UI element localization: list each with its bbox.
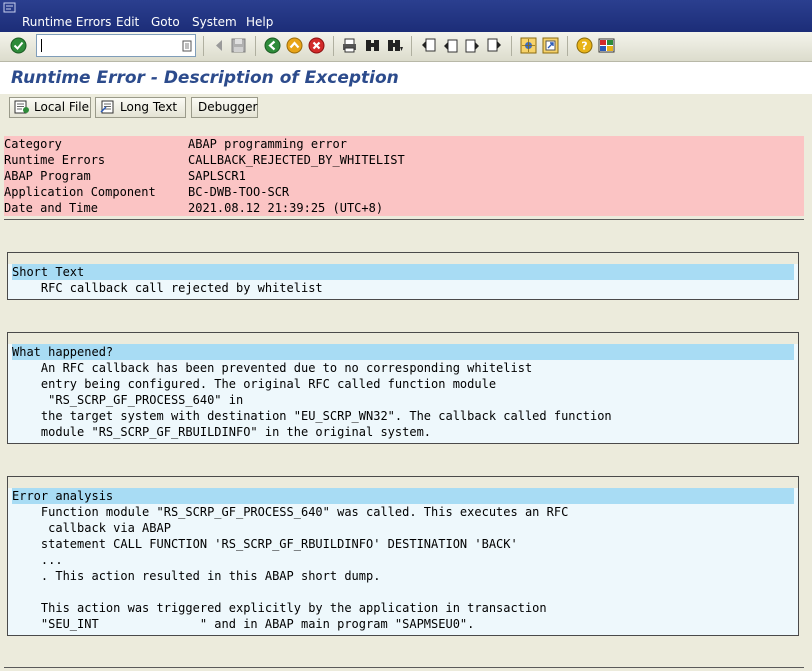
header-label: Date and Time [4,201,98,215]
find-next-icon[interactable] [387,37,404,54]
next-page-icon[interactable] [464,37,481,54]
dump-header-table: Category ABAP programming error Runtime … [4,136,804,216]
text-cursor [41,39,42,52]
bottom-divider [4,667,804,668]
section-line: module "RS_SCRP_GF_RBUILDINFO" in the or… [12,424,794,440]
section-line: entry being configured. The original RFC… [12,376,794,392]
menu-edit[interactable]: Edit [116,15,139,29]
help-icon[interactable]: ? [576,37,593,54]
header-row-runtime-errors: Runtime Errors CALLBACK_REJECTED_BY_WHIT… [4,152,804,168]
system-menu-icon[interactable] [3,2,19,14]
section-line: "SEU_INT " and in ABAP main program "SAP… [12,616,794,632]
section-line: statement CALL FUNCTION 'RS_SCRP_GF_RBUI… [12,536,794,552]
header-label: Application Component [4,185,156,199]
error-analysis-section: Error analysis Function module "RS_SCRP_… [7,476,799,636]
section-line: "RS_SCRP_GF_PROCESS_640" in [12,392,794,408]
header-label: ABAP Program [4,169,91,183]
local-file-label: Local File [34,100,89,114]
header-row-category: Category ABAP programming error [4,136,804,152]
section-heading: Short Text [12,264,794,280]
header-value: 2021.08.12 21:39:25 (UTC+8) [188,201,384,215]
section-line: RFC callback call rejected by whitelist [12,280,794,296]
long-text-icon [100,100,114,114]
section-line: ... [12,552,794,568]
section-line [12,584,794,600]
header-label: Category [4,137,62,151]
section-line: callback via ABAP [12,520,794,536]
section-heading: What happened? [12,344,794,360]
print-icon[interactable] [341,37,358,54]
long-text-button[interactable]: Long Text [95,97,186,118]
long-text-label: Long Text [120,100,178,114]
section-line: Function module "RS_SCRP_GF_PROCESS_640"… [12,504,794,520]
application-toolbar: Local File Long Text Debugger [0,94,812,125]
first-page-icon[interactable] [420,37,437,54]
cancel-icon[interactable] [308,37,325,54]
section-line: An RFC callback has been prevented due t… [12,360,794,376]
previous-page-icon[interactable] [442,37,459,54]
create-session-icon[interactable] [520,37,537,54]
layout-menu-icon[interactable] [598,37,615,54]
back-arrow-icon[interactable] [211,37,228,54]
section-line: This action was triggered explicitly by … [12,600,794,616]
header-value: SAPLSCR1 [188,169,246,183]
section-line: the target system with destination "EU_S… [12,408,794,424]
local-file-button[interactable]: Local File [9,97,91,118]
shortcut-icon[interactable] [542,37,559,54]
menu-help[interactable]: Help [246,15,273,29]
section-heading: Error analysis [12,488,794,504]
back-icon[interactable] [264,37,281,54]
enter-icon[interactable] [10,37,27,54]
title-area: Runtime Error - Description of Exception [0,62,812,94]
what-happened-section: What happened? An RFC callback has been … [7,332,799,444]
header-value: ABAP programming error [188,137,347,151]
menu-system[interactable]: System [192,15,237,29]
svg-text:?: ? [581,40,587,53]
header-value: CALLBACK_REJECTED_BY_WHITELIST [188,153,405,167]
header-value: BC-DWB-TOO-SCR [188,185,290,199]
page-title: Runtime Error - Description of Exception [11,68,399,88]
debugger-label: Debugger [198,100,258,114]
header-row-date-and-time: Date and Time 2021.08.12 21:39:25 (UTC+8… [4,200,804,216]
short-text-section: Short Text RFC callback call rejected by… [7,252,799,300]
find-icon[interactable] [364,37,381,54]
local-file-icon [14,100,29,114]
header-row-application-component: Application Component BC-DWB-TOO-SCR [4,184,804,200]
exit-icon[interactable] [286,37,303,54]
menu-bar: Runtime Errors Edit Goto System Help [0,0,812,32]
last-page-icon[interactable] [486,37,503,54]
command-history-icon[interactable] [182,40,192,52]
header-label: Runtime Errors [4,153,106,167]
section-line: . This action resulted in this ABAP shor… [12,568,794,584]
header-row-abap-program: ABAP Program SAPLSCR1 [4,168,804,184]
menu-runtime-errors[interactable]: Runtime Errors [22,15,111,29]
menu-goto[interactable]: Goto [151,15,180,29]
debugger-button[interactable]: Debugger [191,97,258,118]
save-icon[interactable] [230,37,247,54]
command-field[interactable] [36,34,196,57]
header-divider [4,219,804,220]
